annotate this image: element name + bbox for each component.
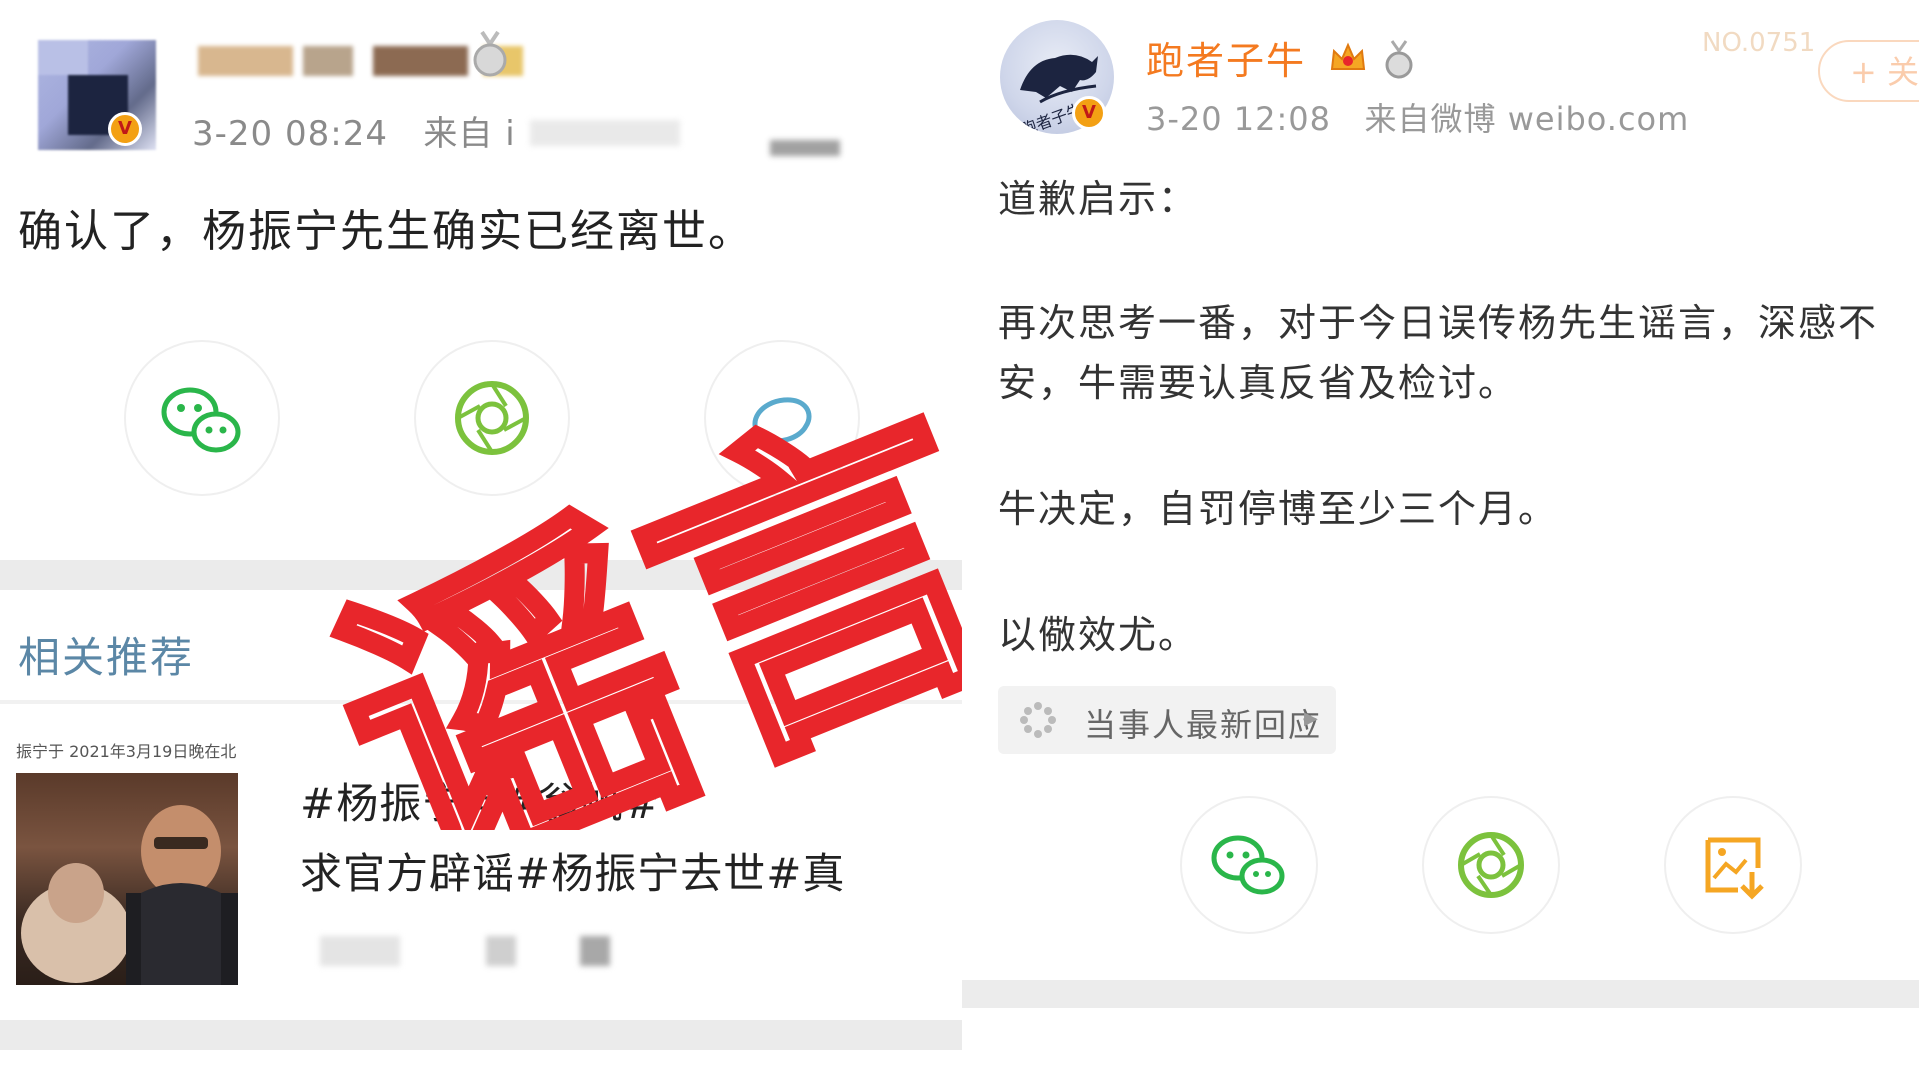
right-screenshot-panel: 跑者子牛 V 跑者子牛 NO.0751 + 关 3-20 12:08 来自微博 … — [962, 0, 1919, 1067]
post-time: 3-20 08:24 — [192, 114, 388, 154]
wechat-icon — [1211, 835, 1285, 895]
thumbnail-caption: 振宁于 2021年3月19日晚在北 — [16, 742, 237, 761]
apology-line: 安，牛需要认真反省及检讨。 — [998, 361, 1519, 405]
section-divider — [0, 1020, 962, 1050]
username-text[interactable]: 跑者子牛 — [1146, 39, 1306, 83]
post-source: 来自 i — [423, 114, 516, 154]
blurred-source-tail — [770, 140, 840, 156]
blurred-meta — [320, 936, 400, 966]
related-thumbnail[interactable] — [16, 773, 238, 985]
related-hashtags-line2[interactable]: 求官方辟谣#杨振宁去世#真 — [300, 840, 845, 901]
medal-icon — [1382, 39, 1416, 88]
rumor-stamp: 谣言 — [290, 337, 962, 830]
chevron-right-icon: ▶ — [1304, 708, 1318, 729]
blurred-meta — [486, 936, 516, 966]
verified-badge-icon: V — [108, 112, 142, 146]
crown-icon — [1328, 41, 1368, 86]
verified-badge-icon: V — [1072, 96, 1106, 130]
follow-button[interactable]: + 关 — [1818, 40, 1919, 102]
section-divider — [0, 560, 962, 590]
corner-number: NO.0751 — [1702, 28, 1816, 58]
related-hashtags-line1[interactable]: #杨振宁##翁帆# — [300, 770, 660, 831]
apology-title: 道歉启示： — [998, 177, 1199, 221]
latest-response-label: 当事人最新回应 — [1084, 706, 1323, 744]
share-wechat-button[interactable] — [1180, 796, 1318, 934]
apology-line: 再次思考一番，对于今日误传杨先生谣言，深感不 — [998, 301, 1879, 345]
wechat-icon — [161, 387, 241, 453]
share-weibo-button[interactable] — [704, 340, 860, 496]
moments-icon — [1458, 832, 1524, 898]
latest-response-link[interactable]: 当事人最新回应 ▶ — [998, 686, 1336, 754]
save-image-button[interactable] — [1664, 796, 1802, 934]
section-divider — [962, 980, 1919, 1008]
apology-line: 牛决定，自罚停博至少三个月。 — [998, 487, 1559, 531]
apology-line: 以儆效尤。 — [998, 613, 1199, 657]
save-image-icon — [1705, 837, 1764, 900]
post-content: 确认了，杨振宁先生确实已经离世。 — [18, 206, 754, 257]
blurred-source — [530, 120, 680, 146]
share-wechat-button[interactable] — [124, 340, 280, 496]
medal-icon — [470, 30, 510, 78]
share-moments-button[interactable] — [1422, 796, 1560, 934]
username[interactable]: 跑者子牛 — [1146, 30, 1416, 88]
post-source: 来自微博 weibo.com — [1364, 100, 1690, 138]
post-meta: 3-20 08:24 来自 i — [192, 106, 516, 155]
post-meta: 3-20 12:08 来自微博 weibo.com — [1146, 94, 1689, 140]
share-moments-button[interactable] — [414, 340, 570, 496]
post-time: 3-20 12:08 — [1146, 100, 1332, 138]
divider-line — [0, 700, 962, 704]
weibo-icon — [752, 397, 812, 444]
blurred-meta — [580, 936, 610, 966]
moments-icon — [455, 381, 529, 455]
loading-dots-icon — [1020, 702, 1056, 738]
related-title: 相关推荐 — [18, 633, 195, 682]
left-screenshot-panel: V 3-20 08:24 来自 i 确认了，杨振宁先生确实已经离世。 相关推荐 … — [0, 0, 962, 1067]
